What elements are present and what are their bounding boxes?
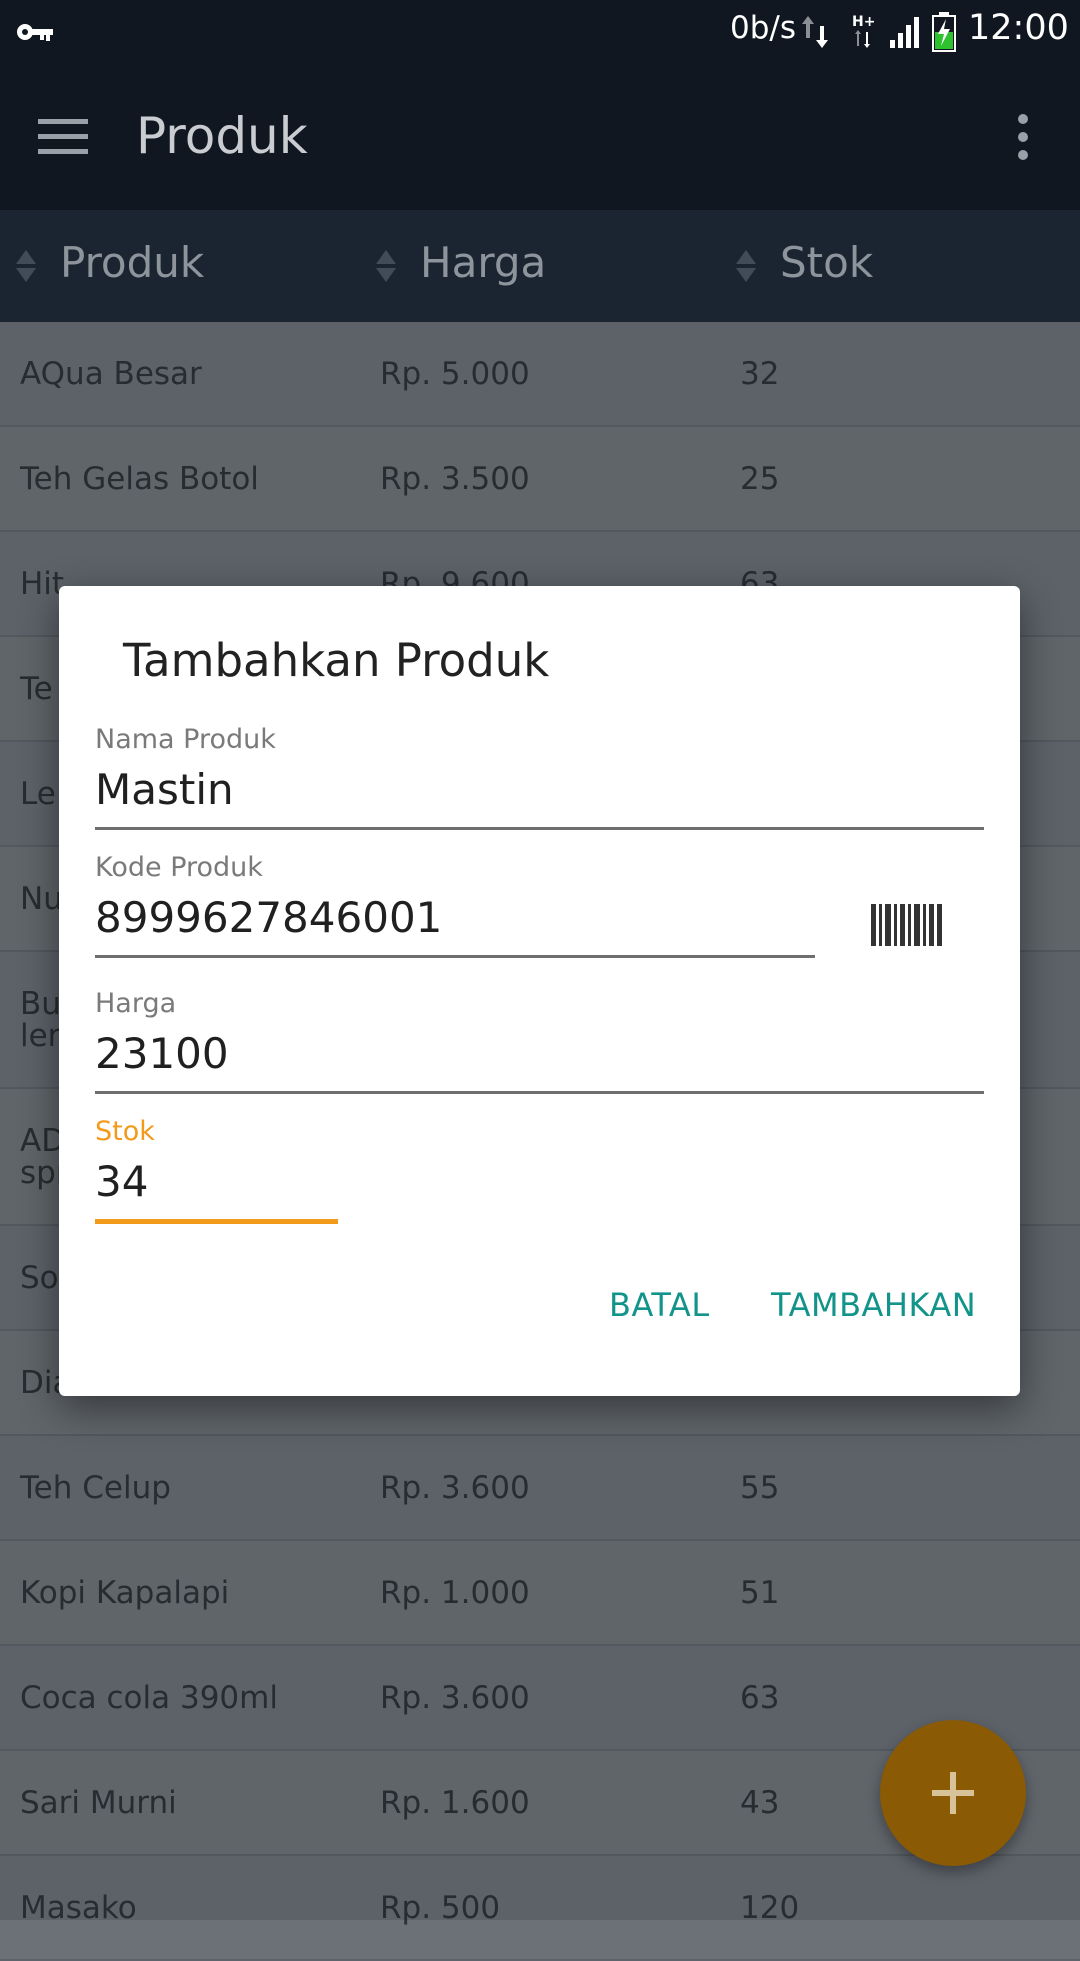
table-row[interactable]: Teh Gelas Botol Rp. 3.500 25 xyxy=(0,427,1080,532)
sort-icon xyxy=(736,250,756,282)
product-price: Rp. 1.000 xyxy=(380,1574,530,1611)
product-name: Kopi Kapalapi xyxy=(20,1574,230,1611)
dialog-actions: BATAL TAMBAHKAN xyxy=(59,1286,1020,1346)
stock-input[interactable]: 34 xyxy=(95,1157,338,1211)
signal-icon xyxy=(890,17,919,48)
product-name: Sari Murni xyxy=(20,1784,177,1821)
product-name: Teh Celup xyxy=(20,1469,171,1506)
data-updown-icon xyxy=(802,16,828,48)
field-underline xyxy=(95,1091,984,1094)
field-underline xyxy=(95,955,815,958)
field-label: Stok xyxy=(95,1116,155,1147)
add-product-dialog: Tambahkan Produk Nama Produk Mastin Kode… xyxy=(59,586,1020,1396)
net-speed: 0b/s xyxy=(730,10,796,46)
product-name-input[interactable]: Mastin xyxy=(95,765,984,819)
barcode-icon[interactable] xyxy=(871,904,943,946)
table-row[interactable]: Kopi Kapalapi Rp. 1.000 51 xyxy=(0,1541,1080,1646)
network-type: H+ xyxy=(852,14,875,30)
product-name-field[interactable]: Nama Produk Mastin xyxy=(95,724,984,830)
clock: 12:00 xyxy=(968,8,1069,48)
product-stock: 55 xyxy=(740,1469,780,1506)
product-name: AQua Besar xyxy=(20,355,202,392)
table-row[interactable]: Teh Celup Rp. 3.600 55 xyxy=(0,1436,1080,1541)
price-field[interactable]: Harga 23100 xyxy=(95,988,984,1094)
product-name: Masako xyxy=(20,1889,137,1926)
product-code-input[interactable]: 8999627846001 xyxy=(95,893,815,947)
sort-icon xyxy=(16,250,36,282)
product-price: Rp. 5.000 xyxy=(380,355,530,392)
table-row[interactable]: AQua Besar Rp. 5.000 32 xyxy=(0,322,1080,427)
hplus-icon: H+ xyxy=(852,14,875,48)
product-name: Teh Gelas Botol xyxy=(20,460,259,497)
product-price: Rp. 1.600 xyxy=(380,1784,530,1821)
app-bar: Produk xyxy=(0,63,1080,210)
field-underline xyxy=(95,827,984,830)
table-row[interactable]: Masako Rp. 500 120 xyxy=(0,1856,1080,1961)
product-price: Rp. 3.600 xyxy=(380,1679,530,1716)
vpn-key-icon xyxy=(17,24,53,41)
dialog-title: Tambahkan Produk xyxy=(123,634,550,687)
product-price: Rp. 500 xyxy=(380,1889,501,1926)
price-input[interactable]: 23100 xyxy=(95,1029,984,1083)
more-vert-icon[interactable] xyxy=(1010,113,1036,161)
product-stock: 120 xyxy=(740,1889,800,1926)
product-price: Rp. 3.600 xyxy=(380,1469,530,1506)
column-label: Harga xyxy=(420,238,547,287)
battery-charging-icon xyxy=(932,12,956,52)
column-label: Produk xyxy=(60,238,205,287)
product-code-field[interactable]: Kode Produk 8999627846001 xyxy=(95,852,815,958)
product-price: Rp. 3.500 xyxy=(380,460,530,497)
cancel-button[interactable]: BATAL xyxy=(609,1286,710,1324)
product-stock: 25 xyxy=(740,460,780,497)
product-name: Coca cola 390ml xyxy=(20,1679,278,1716)
page-title: Produk xyxy=(136,107,308,165)
add-button[interactable]: TAMBAHKAN xyxy=(771,1286,976,1324)
field-label: Kode Produk xyxy=(95,852,263,883)
product-stock: 32 xyxy=(740,355,780,392)
field-label: Harga xyxy=(95,988,177,1019)
sort-icon xyxy=(376,250,396,282)
stock-field[interactable]: Stok 34 xyxy=(95,1116,338,1224)
add-product-fab[interactable] xyxy=(880,1720,1026,1866)
menu-icon[interactable] xyxy=(38,117,88,157)
field-underline xyxy=(95,1219,338,1224)
table-header: Produk Harga Stok xyxy=(0,210,1080,322)
column-label: Stok xyxy=(780,238,874,287)
field-label: Nama Produk xyxy=(95,724,276,755)
status-bar: 0b/s H+ 12:00 xyxy=(0,0,1080,63)
add-icon xyxy=(932,1772,974,1814)
product-stock: 51 xyxy=(740,1574,780,1611)
